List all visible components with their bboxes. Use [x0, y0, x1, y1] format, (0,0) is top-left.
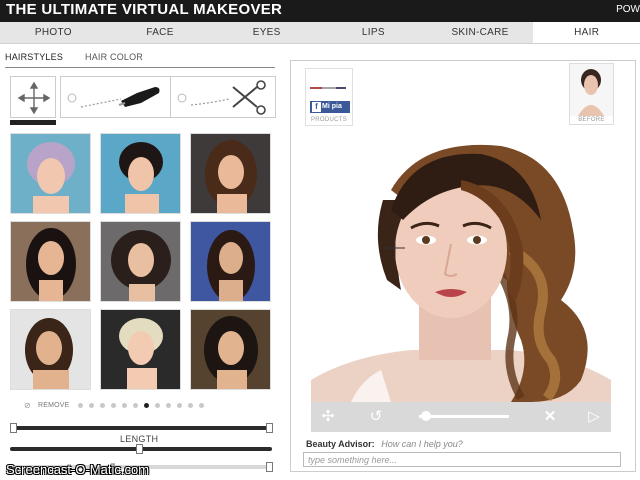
title-bar: THE ULTIMATE VIRTUAL MAKEOVER POW — [0, 0, 640, 22]
play-icon[interactable]: ▷ — [585, 408, 603, 426]
hairstyle-photo — [101, 134, 180, 213]
products-icon — [310, 87, 346, 89]
advisor-chat-input[interactable] — [303, 452, 621, 467]
remove-button[interactable]: REMOVE — [38, 402, 70, 409]
brush-icon — [67, 87, 160, 108]
zoom-slider-handle[interactable] — [421, 411, 431, 421]
preview-controls: ✣ ↺ ✕ ▷ — [311, 402, 611, 432]
hairstyle-photo — [11, 134, 90, 213]
undo-icon[interactable]: ↺ — [367, 408, 385, 426]
facebook-icon: f — [312, 102, 321, 112]
pager-dot[interactable] — [177, 403, 182, 408]
pager-dot[interactable] — [78, 403, 83, 408]
main-tabs: PHOTO FACE EYES LIPS SKIN-CARE HAIR — [0, 22, 640, 44]
subtab-hairstyles[interactable]: HAIRSTYLES — [5, 52, 63, 62]
close-icon[interactable]: ✕ — [541, 408, 559, 426]
slider-handle-right[interactable] — [266, 423, 273, 433]
hairstyle-photo — [191, 134, 270, 213]
pager-dot[interactable] — [155, 403, 160, 408]
pager-dot[interactable] — [133, 403, 138, 408]
hairstyle-photo — [101, 222, 180, 301]
before-photo — [570, 64, 613, 116]
pager-dot[interactable] — [144, 403, 149, 408]
facebook-like-button[interactable]: f Mi pia — [310, 101, 350, 113]
hairstyle-thumb[interactable] — [10, 133, 91, 214]
secondary-slider-handle[interactable] — [266, 462, 273, 472]
tab-lips[interactable]: LIPS — [320, 22, 427, 43]
hair-subtabs: HAIRSTYLES HAIR COLOR — [5, 52, 275, 68]
hairstyle-photo — [101, 310, 180, 389]
brush-tool-button[interactable] — [60, 76, 178, 118]
move-tool-button[interactable] — [10, 76, 56, 118]
pager-dot[interactable] — [100, 403, 105, 408]
scissors-icon — [177, 80, 266, 115]
length-label: LENGTH — [120, 434, 159, 444]
hairstyle-photo — [11, 222, 90, 301]
model-face — [311, 140, 611, 402]
hairstyle-thumb[interactable] — [100, 309, 181, 390]
active-tool-indicator — [10, 120, 56, 125]
facebook-like-label: Mi pia — [322, 103, 342, 110]
hairstyle-thumb[interactable] — [100, 221, 181, 302]
makeover-app: THE ULTIMATE VIRTUAL MAKEOVER POW PHOTO … — [0, 0, 640, 480]
pager-dot[interactable] — [111, 403, 116, 408]
screencast-watermark: Screencast-O-Matic.com — [6, 462, 150, 477]
hairstyle-thumb[interactable] — [190, 221, 271, 302]
pager-dot[interactable] — [199, 403, 204, 408]
app-title: THE ULTIMATE VIRTUAL MAKEOVER — [6, 1, 283, 18]
scissors-tool-button[interactable] — [170, 76, 276, 118]
top-right-text: POW — [616, 4, 640, 15]
face-preview[interactable] — [311, 140, 611, 402]
length-slider-top[interactable] — [10, 426, 272, 430]
products-button[interactable]: f Mi pia PRODUCTS — [305, 68, 353, 126]
before-button[interactable]: BEFORE — [569, 63, 614, 125]
hairstyle-thumb[interactable] — [100, 133, 181, 214]
remove-icon[interactable]: ⊘ — [24, 401, 31, 410]
hairstyle-pager: ⊘ REMOVE — [22, 401, 222, 413]
pager-dot[interactable] — [166, 403, 171, 408]
tab-eyes[interactable]: EYES — [213, 22, 320, 43]
pager-dot[interactable] — [122, 403, 127, 408]
slider-handle-left[interactable] — [10, 423, 17, 433]
hairstyle-thumb[interactable] — [190, 133, 271, 214]
hairstyle-photo — [191, 310, 270, 389]
length-slider-handle[interactable] — [136, 444, 143, 454]
hairstyle-thumb[interactable] — [10, 221, 91, 302]
hairstyle-thumb[interactable] — [190, 309, 271, 390]
pager-dot[interactable] — [188, 403, 193, 408]
hairstyle-photo — [11, 310, 90, 389]
before-label: BEFORE — [578, 117, 605, 123]
pager-dot[interactable] — [89, 403, 94, 408]
zoom-slider[interactable] — [419, 415, 509, 418]
products-label: PRODUCTS — [310, 117, 348, 123]
advisor-label: Beauty Advisor: — [306, 439, 375, 449]
rotate-icon[interactable]: ✣ — [319, 408, 337, 426]
hairstyle-thumb[interactable] — [10, 309, 91, 390]
tab-skin-care[interactable]: SKIN-CARE — [427, 22, 534, 43]
beauty-advisor: Beauty Advisor: How can I help you? — [306, 439, 463, 449]
subtab-hair-color[interactable]: HAIR COLOR — [85, 52, 143, 62]
hairstyle-photo — [191, 222, 270, 301]
move-icon — [17, 81, 51, 115]
tab-face[interactable]: FACE — [107, 22, 214, 43]
tab-photo[interactable]: PHOTO — [0, 22, 107, 43]
advisor-message: How can I help you? — [381, 439, 463, 449]
tab-hair[interactable]: HAIR — [533, 22, 640, 43]
